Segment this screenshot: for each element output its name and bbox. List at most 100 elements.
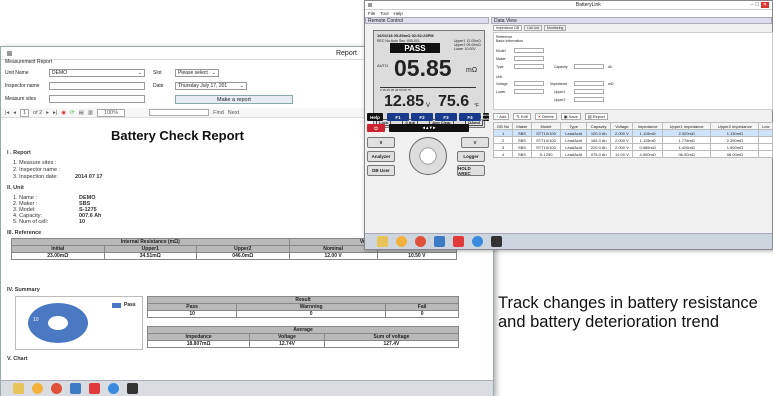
db-col-header[interactable]: Model xyxy=(530,122,562,130)
f3-key[interactable]: F3 xyxy=(435,113,457,121)
f2-key[interactable]: F2 xyxy=(411,113,433,121)
table-row[interactable]: 2 SBS STT10/100 LeadAcid 165.0 Ah 2.000 V 1.11… xyxy=(492,136,773,144)
record-display-key[interactable]: Record Display xyxy=(481,113,491,121)
db-col-header[interactable]: Impedance xyxy=(632,122,664,130)
menu-tool[interactable]: Tool xyxy=(380,11,388,16)
table-row[interactable]: 3 SBS STT10/100 LeadAcid 220.0 Ah 2.000 V 0.98… xyxy=(492,143,773,151)
next-page-icon[interactable]: ▸ xyxy=(46,110,49,116)
db-col-header[interactable]: Upper1 Impedance xyxy=(662,122,712,130)
zero-button[interactable]: 0 xyxy=(367,137,395,148)
hold-arec-button[interactable]: HOLD AREC xyxy=(457,165,485,176)
db-col-header[interactable]: DB No xyxy=(492,122,514,130)
tab-impedance-db[interactable]: Impedance DB xyxy=(493,25,523,31)
action-bar: + Add ✎ Edit ✕ Delete ▣ Save ▤ Report xyxy=(493,113,608,120)
find-input[interactable] xyxy=(149,109,210,116)
flower-icon[interactable] xyxy=(396,236,407,247)
next-link[interactable]: Next xyxy=(228,110,239,116)
impedance-input[interactable] xyxy=(574,81,604,86)
capacity-input[interactable] xyxy=(574,64,604,69)
table-row[interactable]: 1 SBS STT10/100 LeadAcid 120.0 Ah 2.000 V 1.11… xyxy=(492,129,773,137)
dial-control[interactable] xyxy=(409,137,447,175)
find-link[interactable]: Find xyxy=(213,110,224,116)
tab-list[interactable]: List List xyxy=(524,25,543,31)
table-cell: SBS xyxy=(512,136,532,144)
app-icon[interactable] xyxy=(70,383,81,394)
unit-name-select[interactable]: DEMO ⌄ xyxy=(49,69,145,77)
ie-icon[interactable] xyxy=(108,383,119,394)
upper2-input[interactable] xyxy=(574,97,604,102)
ref-cell: 23.00mΩ xyxy=(11,252,105,260)
analyzer-button[interactable]: Analyzer xyxy=(367,151,395,162)
table-cell: 1.115mΩ xyxy=(632,129,664,137)
menu-help[interactable]: Help xyxy=(394,11,403,16)
voltage-input[interactable] xyxy=(514,81,544,86)
print-icon[interactable]: ▤ xyxy=(79,110,84,116)
prev-page-icon[interactable]: ◂ xyxy=(13,110,16,116)
pdf-icon[interactable] xyxy=(453,236,464,247)
folder-icon[interactable] xyxy=(13,383,24,394)
page-number[interactable]: 1 xyxy=(19,108,30,117)
db-col-header[interactable]: Type xyxy=(560,122,587,130)
db-table: DB No Maker Model Type Capacity Voltage … xyxy=(492,122,773,158)
doc-icon: ▤ xyxy=(587,114,592,119)
edit-button[interactable]: ✎ Edit xyxy=(513,113,531,120)
measure-sites-input[interactable] xyxy=(49,95,145,103)
menu-file[interactable]: File xyxy=(368,11,375,16)
battery-app-icon[interactable] xyxy=(491,236,502,247)
f1-key[interactable]: F1 xyxy=(387,113,409,121)
delete-button[interactable]: ✕ Delete xyxy=(534,113,557,120)
lower-input[interactable] xyxy=(514,89,544,94)
lcd-top: 16/01/18 05.85mΩ 02:52:23PM xyxy=(377,33,434,38)
refresh-icon[interactable]: ⟳ xyxy=(70,110,75,116)
model-input[interactable] xyxy=(514,48,544,53)
make-report-button[interactable]: Make a report xyxy=(175,95,293,104)
arrow-keys[interactable]: ◂ ▴ ▾ ▸ xyxy=(389,124,469,132)
first-page-icon[interactable]: |◂ xyxy=(5,110,9,116)
measure-row: Measure sites xyxy=(5,95,145,103)
slot-value: Please select xyxy=(178,70,208,76)
db-col-header[interactable]: Voltage xyxy=(610,122,634,130)
help-key[interactable]: Help xyxy=(367,113,383,121)
tab-monitoring[interactable]: Monitoring xyxy=(544,25,567,31)
maker-label: Maker xyxy=(496,57,506,61)
date-picker[interactable]: Thursday July 17, 201 ⌄ xyxy=(175,82,247,90)
upper1-input[interactable] xyxy=(574,89,604,94)
maker-input[interactable] xyxy=(514,56,544,61)
f4-key[interactable]: F4 xyxy=(459,113,481,121)
v-button[interactable]: V xyxy=(461,137,489,148)
window-controls[interactable]: – ☐ ✕ xyxy=(751,2,769,8)
power-key[interactable]: ⏻ xyxy=(367,124,385,132)
report-button[interactable]: ▤ Report xyxy=(584,113,608,120)
slot-select[interactable]: Please select ⌄ xyxy=(175,69,219,77)
app-icon[interactable] xyxy=(434,236,445,247)
edit-label: Edit xyxy=(520,114,528,119)
chrome-icon[interactable] xyxy=(51,383,62,394)
flower-icon[interactable] xyxy=(32,383,43,394)
export-icon[interactable]: ▥ xyxy=(88,110,93,116)
add-button[interactable]: + Add xyxy=(493,113,510,120)
chrome-icon[interactable] xyxy=(415,236,426,247)
zoom-select[interactable]: 100% xyxy=(97,108,126,117)
type-select[interactable] xyxy=(514,64,544,69)
db-user-button[interactable]: DB User xyxy=(367,165,395,176)
logger-button[interactable]: Logger xyxy=(457,151,485,162)
remote-control-header: Remote Control xyxy=(365,17,489,24)
pdf-icon[interactable] xyxy=(89,383,100,394)
ie-icon[interactable] xyxy=(472,236,483,247)
save-button[interactable]: ▣ Save xyxy=(560,113,581,120)
last-page-icon[interactable]: ▸| xyxy=(53,110,57,116)
db-col-header[interactable]: Low xyxy=(758,122,773,130)
db-col-header[interactable]: Maker xyxy=(512,122,532,130)
delete-label: Delete xyxy=(542,114,554,119)
legend-pass: Pass xyxy=(124,302,136,308)
folder-icon[interactable] xyxy=(377,236,388,247)
inspector-input[interactable] xyxy=(49,82,145,90)
db-col-header[interactable]: Capacity xyxy=(585,122,612,130)
table-cell: 2.000 V xyxy=(610,143,634,151)
db-col-header[interactable]: Upper2 Impedance xyxy=(710,122,760,130)
lcd-scale: 0 15 25 35 45 55 65 75 xyxy=(380,88,411,92)
stop-icon[interactable]: ◉ xyxy=(61,110,66,116)
date-row: Date Thursday July 17, 201 ⌄ xyxy=(153,82,247,90)
battery-app-icon[interactable] xyxy=(127,383,138,394)
table-row[interactable]: 4 SBS S-1250 LeadAcid 075.0 Ah 12.00 V 4.000mΩ… xyxy=(492,150,773,158)
